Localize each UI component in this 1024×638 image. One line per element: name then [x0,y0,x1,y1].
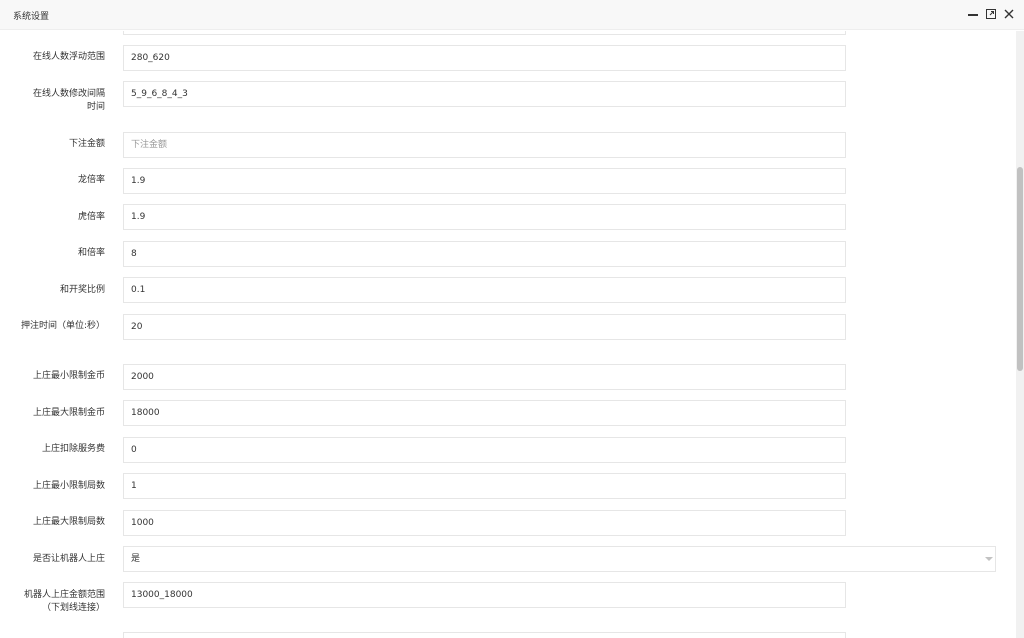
field-label: 上庄最大限制金币 [32,408,105,418]
settings-form: 在线人数浮动范围 280_620 在线人数修改间隔时间 5_9_6_8_4_3 … [0,31,1016,638]
field-label: 上庄最小限制局数 [32,481,105,491]
window-titlebar: 系统设置 [0,0,1024,30]
field-input[interactable]: 0 [123,437,846,463]
field-input[interactable]: 2000 [123,364,846,390]
field-input[interactable]: 280_620 [123,45,846,71]
field-label: 机器人上庄金额范围（下划线连接） [23,590,105,613]
field-label: 上庄扣除服务费 [41,444,105,454]
window-controls [966,6,1016,22]
field-label: 和倍率 [77,248,105,258]
field-input-partial-bottom[interactable] [123,632,846,638]
field-input[interactable]: 1.9 [123,204,846,230]
field-input[interactable]: 0.1 [123,277,846,303]
field-label: 在线人数修改间隔时间 [32,89,105,112]
field-input[interactable]: 8 [123,241,846,267]
window-title: 系统设置 [13,12,50,22]
scrollbar-thumb[interactable] [1017,167,1023,371]
field-input[interactable]: 18000 [123,400,846,426]
maximize-icon[interactable] [984,6,998,22]
field-label: 和开奖比例 [59,285,105,295]
robot-banker-select[interactable]: 是 [123,546,996,572]
field-input[interactable]: 1 [123,473,846,499]
field-input[interactable]: 13000_18000 [123,582,846,608]
field-input[interactable]: 下注金额 [123,132,846,158]
field-input[interactable]: 20 [123,314,846,340]
vertical-scrollbar[interactable] [1016,31,1024,638]
minimize-icon[interactable] [966,6,980,22]
field-input[interactable]: 1000 [123,510,846,536]
chevron-down-icon[interactable] [985,557,993,561]
field-label: 下注金额 [68,139,105,149]
close-icon[interactable] [1002,6,1016,22]
field-label: 在线人数浮动范围 [32,52,105,62]
field-label: 虎倍率 [77,212,105,222]
field-input[interactable]: 1.9 [123,168,846,194]
field-input-partial-top[interactable] [123,31,846,35]
field-label: 是否让机器人上庄 [32,554,105,564]
field-label: 上庄最大限制局数 [32,517,105,527]
field-label: 押注时间（单位:秒） [20,321,105,331]
field-input[interactable]: 5_9_6_8_4_3 [123,81,846,107]
field-label: 龙倍率 [77,175,105,185]
field-label: 上庄最小限制金币 [32,371,105,381]
